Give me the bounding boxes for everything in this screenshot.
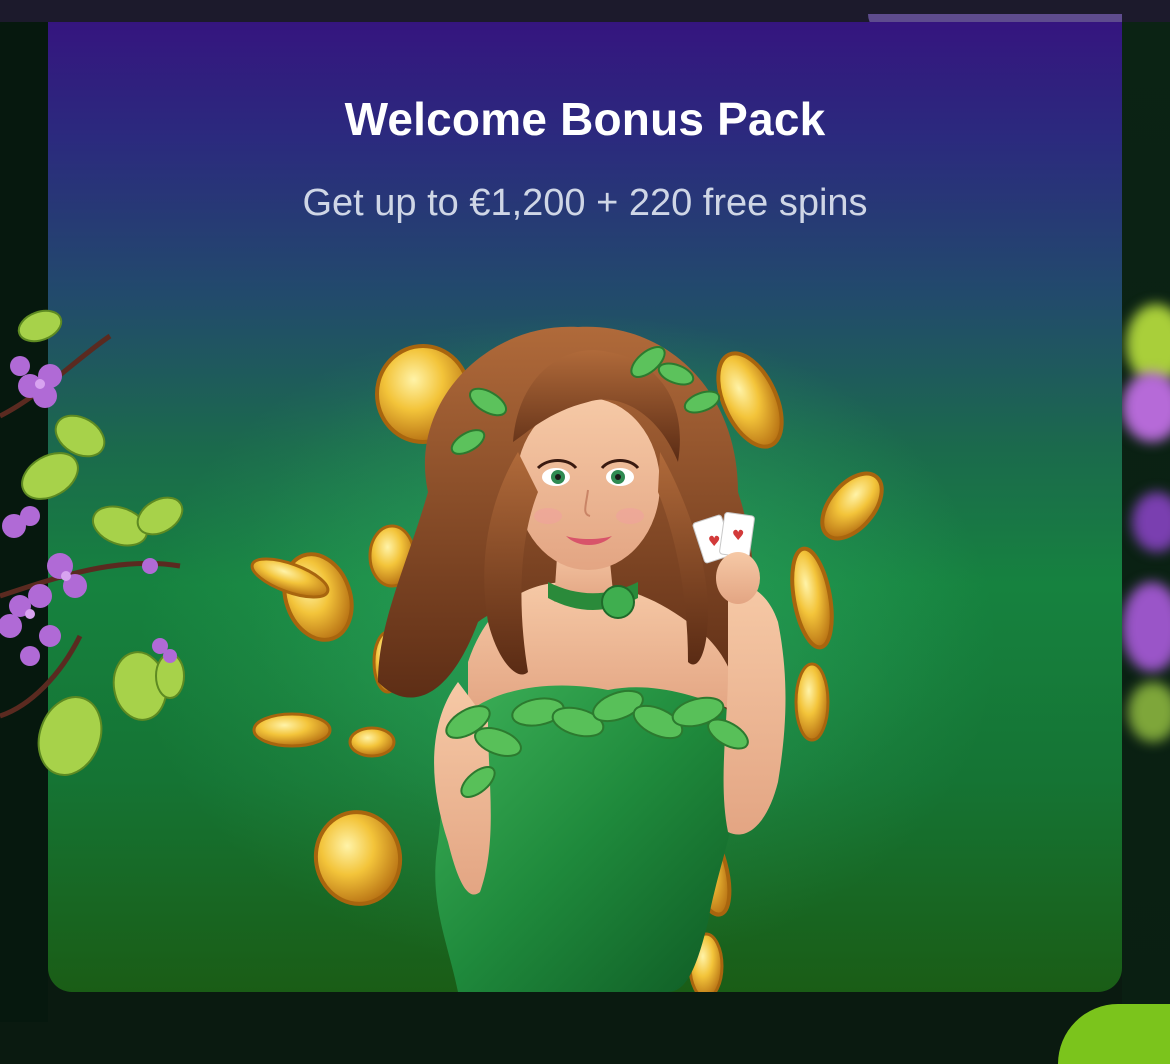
flower-branch-icon — [0, 309, 185, 776]
promo-subtitle: Get up to €1,200 + 220 free spins — [302, 182, 868, 224]
page-title: Welcome Bonus Pack — [344, 93, 826, 145]
carousel-next-slide-edge[interactable] — [1122, 22, 1170, 1022]
svg-text:♥: ♥ — [732, 528, 745, 544]
svg-text:♥: ♥ — [708, 534, 721, 550]
top-bar — [0, 0, 1170, 34]
hero-illustration: ♥ ♥ — [138, 312, 998, 992]
accent-button-corner[interactable] — [1058, 1004, 1170, 1064]
promo-banner-card[interactable]: ♥ ♥ Welcome Bonus Pack Get up to €1,200 … — [48, 22, 1122, 992]
